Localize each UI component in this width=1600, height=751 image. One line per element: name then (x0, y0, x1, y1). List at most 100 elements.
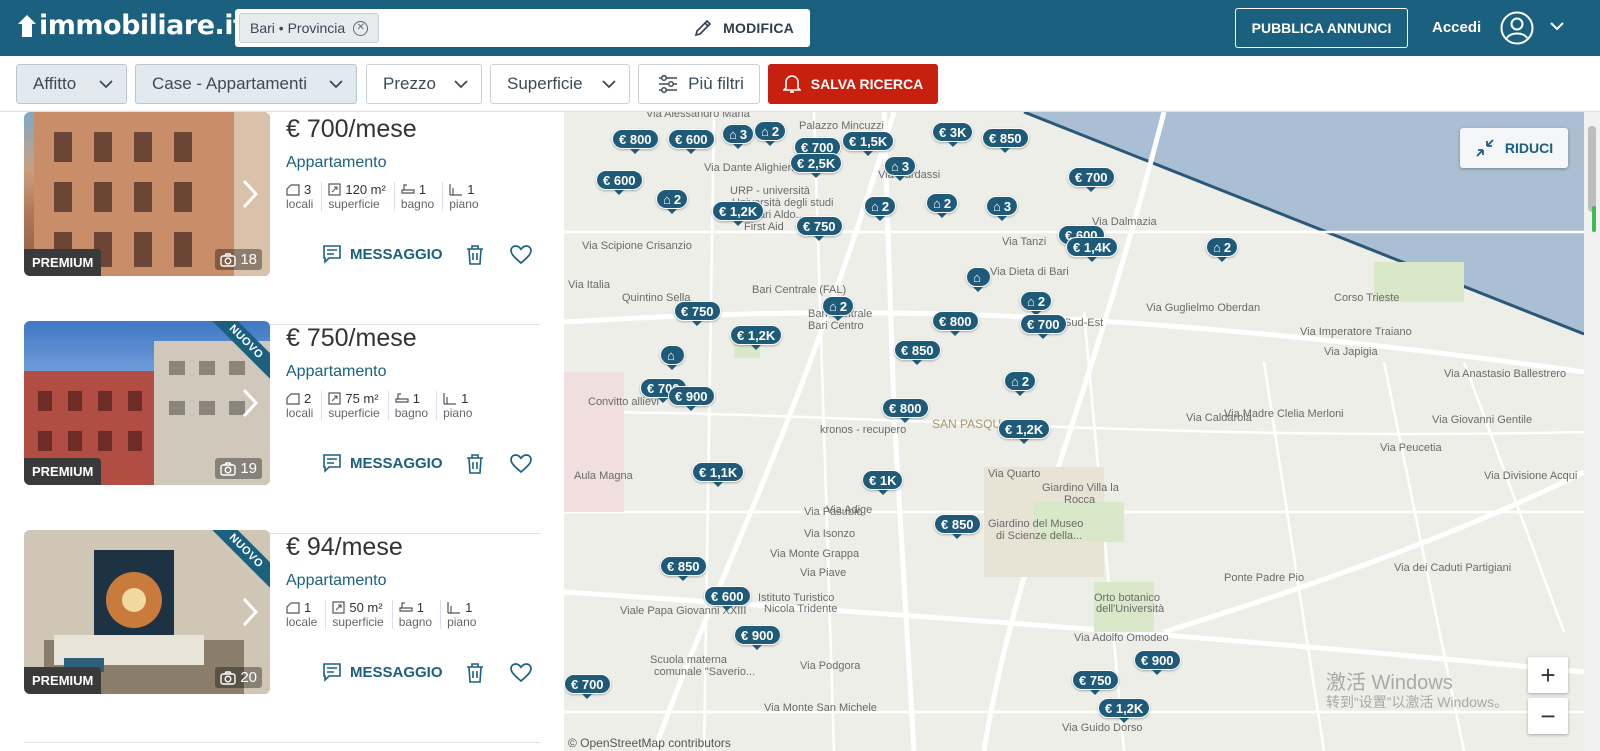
map-price-pin[interactable]: € 1K (862, 470, 904, 495)
publish-ads-button[interactable]: PUBBLICA ANNUNCI (1235, 8, 1408, 48)
page-scrollbar-thumb[interactable] (1588, 126, 1596, 212)
map-price-pin[interactable]: € 800 (932, 311, 979, 336)
map-street-label: Via Adolfo Omodeo (1074, 632, 1169, 644)
trash-icon[interactable] (466, 245, 484, 265)
map-cluster-pin[interactable]: ⌂ 3 (722, 124, 755, 149)
map-price-pin[interactable]: € 1,2K (730, 325, 783, 350)
chat-icon (323, 454, 341, 473)
map-price-pin[interactable]: € 800 (882, 398, 929, 423)
baths-value: 1 (416, 600, 424, 615)
chevron-down-icon (99, 80, 113, 89)
map-price-pin[interactable]: € 1,2K (712, 201, 765, 226)
map-price-pin[interactable]: € 1,1K (692, 462, 745, 487)
price-filter[interactable]: Prezzo (366, 64, 482, 104)
listing-price[interactable]: € 750/mese (286, 324, 417, 353)
message-label: MESSAGGIO (350, 663, 443, 681)
more-filters-button[interactable]: Più filtri (638, 64, 760, 104)
map-cluster-pin[interactable]: ⌂ 2 (754, 121, 787, 146)
next-photo-arrow-icon[interactable] (240, 178, 260, 210)
heart-icon[interactable] (510, 454, 532, 474)
listing-price[interactable]: € 94/mese (286, 533, 403, 562)
heart-icon[interactable] (510, 663, 532, 683)
listing-type[interactable]: Appartamento (286, 572, 387, 590)
map-price-pin[interactable]: € 850 (894, 340, 941, 365)
message-button[interactable]: MESSAGGIO (322, 662, 443, 682)
trash-icon[interactable] (466, 454, 484, 474)
map-cluster-pin[interactable]: ⌂ 2 (822, 296, 855, 321)
map-cluster-pin[interactable]: ⌂ 2 (1206, 237, 1239, 262)
map-price-pin[interactable]: € 700 (564, 674, 611, 699)
heart-icon[interactable] (510, 245, 532, 265)
map-price-pin[interactable]: € 1,2K (998, 419, 1051, 444)
map-price-pin[interactable]: € 850 (660, 556, 707, 581)
next-photo-arrow-icon[interactable] (240, 387, 260, 419)
results-map[interactable]: Via Alessandro Maria Palazzo Mincuzzi Vi… (564, 112, 1584, 751)
map-cluster-pin[interactable]: ⌂ 2 (864, 196, 897, 221)
map-price-pin[interactable]: € 600 (596, 170, 643, 195)
save-search-button[interactable]: SALVA RICERCA (768, 64, 938, 104)
map-price-pin[interactable]: € 900 (734, 625, 781, 650)
map-attribution[interactable]: © OpenStreetMap contributors (568, 736, 731, 750)
location-search-box[interactable]: Bari • Provincia ✕ MODIFICA (235, 9, 810, 47)
listing-photo[interactable]: NUOVO PREMIUM 19 (24, 321, 270, 485)
map-price-pin[interactable]: € 900 (668, 386, 715, 411)
map-price-pin[interactable]: € 850 (934, 514, 981, 539)
save-search-label: SALVA RICERCA (810, 76, 924, 92)
location-chip[interactable]: Bari • Provincia ✕ (239, 13, 380, 43)
map-price-pin[interactable]: € 1,5K (842, 131, 895, 156)
map-cluster-pin[interactable]: ⌂ 2 (656, 189, 689, 214)
map-price-pin[interactable]: € 700 (1068, 167, 1115, 192)
site-logo[interactable]: immobiliare.it (16, 10, 246, 41)
contract-filter[interactable]: Affitto (16, 64, 127, 104)
next-photo-arrow-icon[interactable] (240, 596, 260, 628)
chevron-down-icon (602, 80, 616, 89)
surface-filter[interactable]: Superficie (490, 64, 630, 104)
chat-icon (323, 245, 341, 264)
map-price-pin[interactable]: € 600 (668, 129, 715, 154)
category-filter[interactable]: Case - Appartamenti (135, 64, 357, 104)
map-price-pin[interactable]: € 3K (932, 122, 974, 147)
zoom-in-button[interactable]: + (1528, 657, 1568, 693)
map-cluster-pin[interactable]: ⌂ 3 (986, 196, 1019, 221)
user-menu-chevron-icon[interactable] (1549, 18, 1565, 34)
listing-type[interactable]: Appartamento (286, 154, 387, 172)
map-cluster-pin[interactable]: ⌂ 2 (926, 193, 959, 218)
map-price-pin[interactable]: € 750 (674, 301, 721, 326)
map-price-pin[interactable]: € 2,5K (790, 153, 843, 178)
map-cluster-pin[interactable]: ⌂ 3 (884, 156, 917, 181)
map-price-pin[interactable]: € 750 (1072, 670, 1119, 695)
map-street-label: Via Quarto (988, 468, 1041, 480)
listing-photo[interactable]: PREMIUM 18 (24, 112, 270, 276)
collapse-map-button[interactable]: RIDUCI (1460, 128, 1568, 168)
map-cluster-pin[interactable]: ⌂ (660, 345, 685, 370)
user-avatar-icon[interactable] (1500, 11, 1534, 45)
listing-price[interactable]: € 700/mese (286, 115, 417, 144)
listing-type[interactable]: Appartamento (286, 363, 387, 381)
message-button[interactable]: MESSAGGIO (322, 244, 443, 264)
floor-label: piano (447, 615, 477, 629)
map-cluster-pin[interactable]: ⌂ 2 (1020, 291, 1053, 316)
listing-card[interactable]: NUOVO PREMIUM 20 € 94/mese Appartamento … (24, 530, 540, 743)
map-price-pin[interactable]: € 700 (1020, 314, 1067, 339)
login-link[interactable]: Accedi (1432, 19, 1481, 36)
photo-count-value: 18 (240, 251, 257, 268)
map-price-pin[interactable]: € 900 (1134, 650, 1181, 675)
message-button[interactable]: MESSAGGIO (322, 453, 443, 473)
map-price-pin[interactable]: € 1,2K (1098, 698, 1151, 723)
map-price-pin[interactable]: € 750 (796, 216, 843, 241)
map-cluster-pin[interactable]: ⌂ 2 (1004, 371, 1037, 396)
listing-card[interactable]: PREMIUM 18 € 700/mese Appartamento 3 loc… (24, 112, 540, 325)
map-price-pin[interactable]: € 1,4K (1066, 237, 1119, 262)
map-price-pin[interactable]: € 850 (982, 128, 1029, 153)
map-price-pin[interactable]: € 800 (612, 129, 659, 154)
map-street-label: Via Tanzi (1002, 236, 1047, 248)
chip-remove-icon[interactable]: ✕ (353, 20, 369, 36)
listing-card[interactable]: NUOVO PREMIUM 19 € 750/mese Appartamento… (24, 321, 540, 534)
trash-icon[interactable] (466, 663, 484, 683)
map-price-pin[interactable]: € 600 (704, 586, 751, 611)
zoom-out-button[interactable]: − (1528, 698, 1568, 734)
listing-photo[interactable]: NUOVO PREMIUM 20 (24, 530, 270, 694)
map-cluster-pin[interactable]: ⌂ (966, 267, 991, 292)
pin-count: 3 (739, 126, 748, 142)
modify-search-button[interactable]: MODIFICA (693, 9, 794, 47)
